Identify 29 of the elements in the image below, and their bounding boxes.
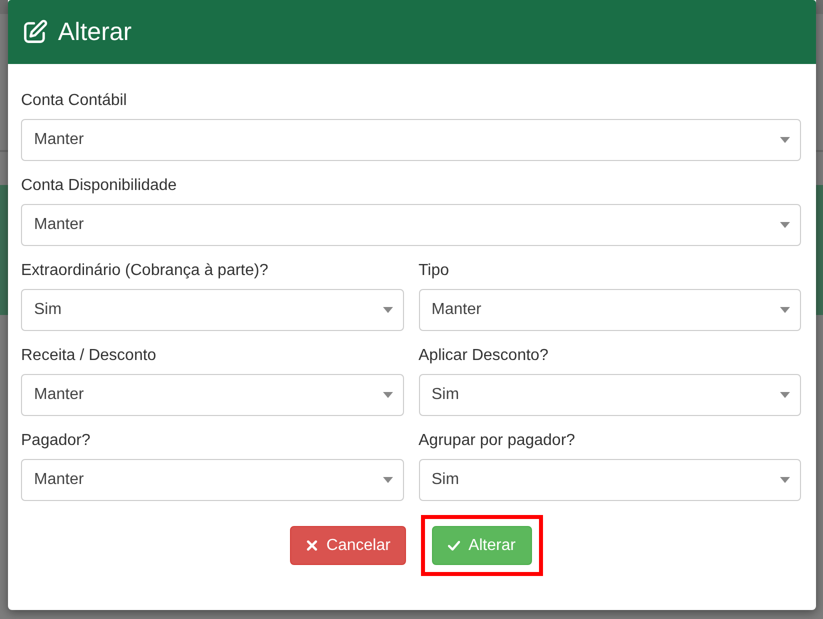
caret-icon [382,477,392,483]
caret-icon [780,392,790,398]
edit-icon [22,19,48,45]
field-label: Pagador? [21,432,92,450]
caret-icon [780,477,790,483]
cancel-button[interactable]: Cancelar [290,526,406,565]
caret-icon [780,137,790,143]
close-icon [306,540,318,551]
select-field[interactable]: Manter [21,374,404,416]
select-field[interactable]: Manter [418,289,801,331]
field-label: Extraordinário (Cobrança à parte)? [21,262,270,280]
select-field[interactable]: Sim [21,289,404,331]
field-label: Conta Contábil [21,92,128,110]
dialog-title: Alterar [58,18,132,46]
caret-icon [780,222,790,228]
select-field[interactable]: Sim [418,459,801,501]
field-label: Aplicar Desconto? [418,347,550,365]
field-label: Agrupar por pagador? [418,432,576,450]
field-label: Conta Disponibilidade [21,177,178,195]
select-field[interactable]: Sim [418,374,801,416]
select-field[interactable]: Manter [21,119,801,161]
field-label: Tipo [418,262,450,280]
caret-icon [382,307,392,313]
check-icon [448,540,460,551]
caret-icon [780,307,790,313]
field-label: Receita / Desconto [21,347,158,365]
select-field[interactable]: Manter [21,459,404,501]
select-field[interactable]: Manter [21,204,801,246]
caret-icon [382,392,392,398]
